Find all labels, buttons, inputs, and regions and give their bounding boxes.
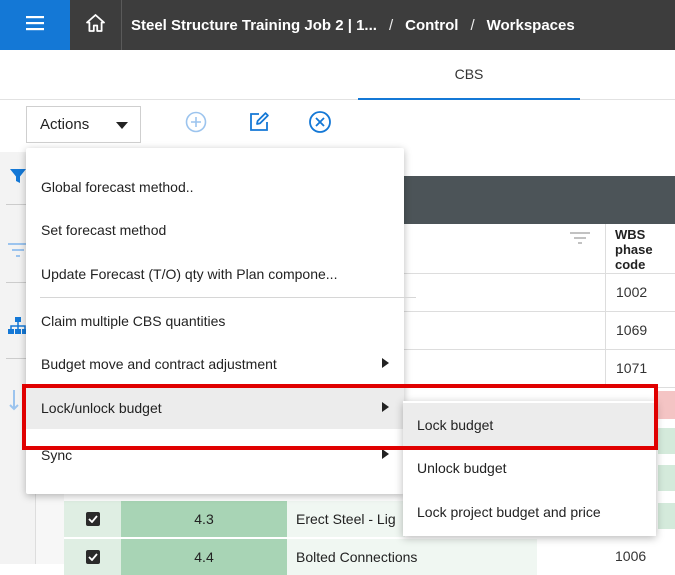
submenu-item-label: Unlock budget bbox=[417, 460, 507, 476]
hamburger-menu-button[interactable] bbox=[0, 0, 70, 50]
cancel-circle-icon bbox=[308, 110, 332, 139]
wbs-cell: 1002 bbox=[605, 273, 675, 311]
edit-icon bbox=[247, 110, 271, 139]
filter-icon bbox=[9, 167, 27, 190]
add-circle-icon bbox=[184, 110, 208, 139]
breadcrumb: Steel Structure Training Job 2 | 1... / … bbox=[131, 0, 575, 50]
breadcrumb-control[interactable]: Control bbox=[405, 17, 458, 34]
column-filter-icon[interactable] bbox=[570, 232, 590, 248]
checkbox-checked[interactable] bbox=[85, 550, 100, 564]
name-cell: Bolted Connections bbox=[287, 539, 537, 575]
chevron-right-icon bbox=[382, 402, 389, 412]
actions-label: Actions bbox=[40, 116, 90, 133]
breadcrumb-separator: / bbox=[470, 16, 475, 34]
filter-lines-icon bbox=[8, 242, 28, 263]
edit-button[interactable] bbox=[245, 110, 273, 138]
row-checkbox-cell[interactable] bbox=[64, 539, 121, 575]
hierarchy-icon bbox=[8, 316, 28, 340]
breadcrumb-job[interactable]: Steel Structure Training Job 2 | 1... bbox=[131, 17, 377, 34]
menu-item-label: Set forecast method bbox=[41, 221, 167, 238]
chevron-right-icon bbox=[382, 358, 389, 368]
wbs-header-line: phase bbox=[615, 242, 653, 257]
menu-item-label: Budget move and contract adjustment bbox=[41, 355, 277, 372]
menu-item-label: Update Forecast (T/O) qty with Plan comp… bbox=[41, 265, 338, 282]
submenu-item-label: Lock project budget and price bbox=[417, 504, 601, 520]
wbs-header-line: WBS bbox=[615, 227, 646, 242]
menu-item-claim-multiple-cbs[interactable]: Claim multiple CBS quantities bbox=[26, 299, 404, 342]
submenu-item-unlock-budget[interactable]: Unlock budget bbox=[403, 446, 656, 490]
submenu-item-label: Lock budget bbox=[417, 417, 494, 433]
row-checkbox-cell[interactable] bbox=[64, 501, 121, 537]
row-status-strip bbox=[658, 428, 675, 454]
row-indent bbox=[36, 494, 64, 564]
menu-item-label: Lock/unlock budget bbox=[41, 399, 162, 416]
breadcrumb-separator: / bbox=[388, 16, 394, 34]
menu-item-update-forecast[interactable]: Update Forecast (T/O) qty with Plan comp… bbox=[26, 252, 404, 295]
code-cell: 4.4 bbox=[121, 539, 287, 575]
tab-cbs[interactable]: CBS bbox=[358, 50, 580, 100]
row-status-strip bbox=[658, 465, 675, 491]
menu-item-global-forecast-method[interactable]: Global forecast method.. bbox=[26, 165, 404, 208]
menu-item-set-forecast-method[interactable]: Set forecast method bbox=[26, 208, 404, 251]
menu-item-label: Global forecast method.. bbox=[41, 178, 194, 195]
menu-item-label: Claim multiple CBS quantities bbox=[41, 312, 226, 329]
menu-item-lock-unlock-budget[interactable]: Lock/unlock budget bbox=[26, 386, 404, 429]
chevron-right-icon bbox=[382, 449, 389, 459]
wbs-header-line: code bbox=[615, 257, 646, 272]
submenu-item-lock-project-budget-price[interactable]: Lock project budget and price bbox=[403, 490, 656, 534]
wbs-cell: 1071 bbox=[605, 349, 675, 387]
add-button[interactable] bbox=[182, 110, 210, 138]
caret-down-icon bbox=[116, 122, 128, 129]
wbs-cell: 1006 bbox=[615, 548, 647, 564]
wbs-cell: 1069 bbox=[605, 311, 675, 349]
cancel-button[interactable] bbox=[306, 110, 334, 138]
sort-icon bbox=[9, 389, 27, 416]
menu-item-label: Sync bbox=[41, 446, 73, 463]
submenu-item-lock-budget[interactable]: Lock budget bbox=[403, 403, 656, 447]
menu-item-sync[interactable]: Sync bbox=[26, 433, 404, 476]
home-button[interactable] bbox=[70, 0, 122, 50]
home-icon bbox=[86, 13, 105, 37]
row-status-strip bbox=[655, 391, 675, 419]
menu-divider bbox=[40, 297, 416, 298]
wbs-phase-code-header[interactable]: WBS phase code bbox=[605, 224, 675, 274]
row-status-strip bbox=[658, 503, 675, 529]
code-cell: 4.3 bbox=[121, 501, 287, 537]
menu-item-budget-move[interactable]: Budget move and contract adjustment bbox=[26, 342, 404, 385]
actions-menu: Global forecast method.. Set forecast me… bbox=[26, 148, 416, 494]
lock-unlock-submenu: Lock budget Unlock budget Lock project b… bbox=[403, 401, 656, 536]
name-cell: Erect Steel - Lig bbox=[287, 501, 405, 537]
hamburger-icon bbox=[26, 15, 44, 36]
actions-dropdown-button[interactable]: Actions bbox=[26, 106, 141, 143]
breadcrumb-workspaces[interactable]: Workspaces bbox=[487, 17, 575, 34]
checkbox-checked[interactable] bbox=[85, 512, 100, 526]
